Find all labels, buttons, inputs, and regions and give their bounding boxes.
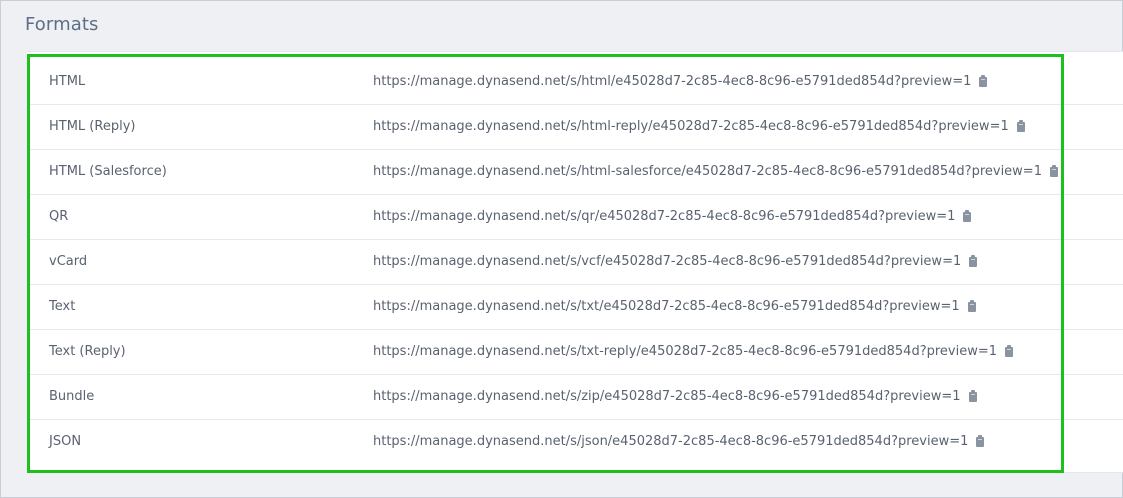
clipboard-icon[interactable]	[979, 74, 988, 87]
clipboard-icon[interactable]	[1016, 119, 1025, 132]
format-name: Text (Reply)	[49, 344, 126, 359]
format-url[interactable]: https://manage.dynasend.net/s/qr/e45028d…	[373, 209, 955, 224]
format-url[interactable]: https://manage.dynasend.net/s/json/e4502…	[373, 434, 968, 449]
format-row-html-salesforce: HTML (Salesforce) https://manage.dynasen…	[30, 150, 1123, 195]
format-url-cell: https://manage.dynasend.net/s/vcf/e45028…	[373, 254, 978, 269]
format-name: Text	[49, 299, 76, 314]
format-url-cell: https://manage.dynasend.net/s/html/e4502…	[373, 74, 988, 89]
format-name: vCard	[49, 254, 88, 269]
format-row-text-reply: Text (Reply) https://manage.dynasend.net…	[30, 330, 1123, 375]
format-url-cell: https://manage.dynasend.net/s/html-sales…	[373, 164, 1058, 179]
format-name: HTML (Reply)	[49, 119, 136, 134]
clipboard-icon[interactable]	[967, 299, 976, 312]
format-row-qr: QR https://manage.dynasend.net/s/qr/e450…	[30, 195, 1123, 240]
format-url-cell: https://manage.dynasend.net/s/zip/e45028…	[373, 389, 977, 404]
format-name: JSON	[49, 434, 82, 449]
format-name: QR	[49, 209, 69, 224]
format-url-cell: https://manage.dynasend.net/s/html-reply…	[373, 119, 1025, 134]
format-row-html: HTML https://manage.dynasend.net/s/html/…	[30, 60, 1123, 105]
format-row-vcard: vCard https://manage.dynasend.net/s/vcf/…	[30, 240, 1123, 285]
clipboard-icon[interactable]	[1005, 344, 1014, 357]
format-url[interactable]: https://manage.dynasend.net/s/html/e4502…	[373, 74, 971, 89]
format-url[interactable]: https://manage.dynasend.net/s/zip/e45028…	[373, 389, 961, 404]
clipboard-icon[interactable]	[976, 434, 985, 447]
format-row-json: JSON https://manage.dynasend.net/s/json/…	[30, 420, 1123, 465]
formats-list: HTML https://manage.dynasend.net/s/html/…	[30, 60, 1123, 465]
clipboard-icon[interactable]	[1049, 164, 1058, 177]
section-title: Formats	[25, 14, 99, 35]
format-name: Bundle	[49, 389, 95, 404]
clipboard-icon[interactable]	[969, 254, 978, 267]
format-row-bundle: Bundle https://manage.dynasend.net/s/zip…	[30, 375, 1123, 420]
format-row-text: Text https://manage.dynasend.net/s/txt/e…	[30, 285, 1123, 330]
clipboard-icon[interactable]	[968, 389, 977, 402]
format-name: HTML	[49, 74, 86, 89]
format-url-cell: https://manage.dynasend.net/s/json/e4502…	[373, 434, 985, 449]
format-url[interactable]: https://manage.dynasend.net/s/txt-reply/…	[373, 344, 997, 359]
format-url[interactable]: https://manage.dynasend.net/s/txt/e45028…	[373, 299, 960, 314]
format-url-cell: https://manage.dynasend.net/s/txt/e45028…	[373, 299, 976, 314]
format-name: HTML (Salesforce)	[49, 164, 167, 179]
format-url-cell: https://manage.dynasend.net/s/qr/e45028d…	[373, 209, 972, 224]
format-url[interactable]: https://manage.dynasend.net/s/vcf/e45028…	[373, 254, 961, 269]
format-url-cell: https://manage.dynasend.net/s/txt-reply/…	[373, 344, 1014, 359]
format-url[interactable]: https://manage.dynasend.net/s/html-reply…	[373, 119, 1009, 134]
format-url[interactable]: https://manage.dynasend.net/s/html-sales…	[373, 164, 1042, 179]
format-row-html-reply: HTML (Reply) https://manage.dynasend.net…	[30, 105, 1123, 150]
clipboard-icon[interactable]	[963, 209, 972, 222]
